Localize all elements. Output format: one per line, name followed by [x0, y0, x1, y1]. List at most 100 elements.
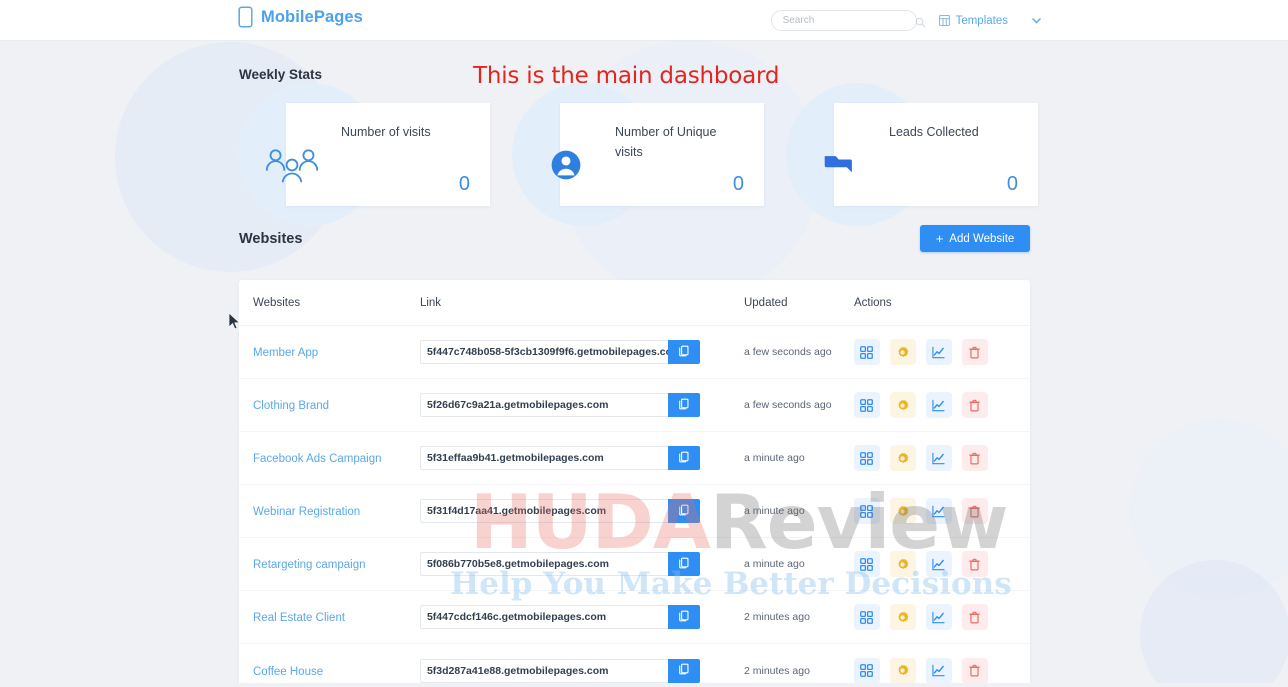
action-chart-icon[interactable]: [925, 339, 952, 365]
search-icon: [915, 15, 926, 28]
stat-card-value: 0: [732, 173, 744, 195]
action-trash-icon[interactable]: [961, 339, 988, 365]
website-url-field[interactable]: 5f31f4d17aa41.getmobilepages.com: [419, 499, 668, 523]
copy-icon: [678, 345, 690, 360]
copy-link-button[interactable]: [667, 499, 700, 523]
action-trash-icon[interactable]: [961, 392, 988, 418]
chevron-down-icon[interactable]: [1030, 14, 1043, 27]
annotation-text: This is the main dashboard: [473, 63, 780, 89]
column-header-updated: Updated: [743, 296, 788, 309]
website-url-field[interactable]: 5f447c748b058-5f3cb1309f9f6.getmobilepag…: [419, 340, 668, 364]
copy-link-button[interactable]: [667, 552, 700, 576]
grid-icon: [938, 15, 950, 26]
templates-label: Templates: [955, 14, 1008, 27]
copy-link-button[interactable]: [667, 605, 700, 629]
action-chart-icon[interactable]: [925, 392, 952, 418]
action-trash-icon[interactable]: [961, 551, 988, 577]
action-gear-icon[interactable]: [889, 498, 916, 524]
website-url-field[interactable]: 5f447cdcf146c.getmobilepages.com: [419, 605, 668, 629]
action-pages-icon[interactable]: [853, 339, 880, 365]
row-actions: [853, 657, 1016, 684]
top-navigation-bar: MobilePages Search Templates: [0, 0, 1288, 41]
add-website-label: Add Website: [949, 232, 1015, 245]
row-actions: [853, 498, 1016, 524]
websites-title: Websites: [239, 231, 303, 247]
website-url-field[interactable]: 5f31effaa9b41.getmobilepages.com: [419, 446, 668, 470]
action-chart-icon[interactable]: [925, 445, 952, 471]
copy-link-button[interactable]: [667, 658, 700, 683]
top-nav-right: Templates: [770, 0, 1043, 41]
copy-link-button[interactable]: [667, 393, 700, 417]
copy-icon: [678, 663, 690, 678]
website-url-field[interactable]: 5f26d67c9a21a.getmobilepages.com: [419, 393, 668, 417]
action-gear-icon[interactable]: [889, 339, 916, 365]
updated-timestamp: a minute ago: [743, 505, 805, 517]
plus-icon: +: [935, 231, 944, 246]
action-chart-icon[interactable]: [925, 551, 952, 577]
table-body: Member App 5f447c748b058-5f3cb1309f9f6.ge…: [239, 326, 1030, 687]
website-name-link[interactable]: Member App: [253, 347, 318, 359]
stat-card-label: Number of Unique visits: [615, 125, 717, 159]
action-trash-icon[interactable]: [961, 657, 988, 684]
column-header-websites: Websites: [253, 296, 301, 309]
search-input[interactable]: [782, 15, 915, 26]
background-circle-decoration: [1140, 560, 1288, 687]
action-pages-icon[interactable]: [853, 657, 880, 684]
action-gear-icon[interactable]: [889, 657, 916, 684]
stat-card-label: Leads Collected: [889, 125, 979, 139]
copy-link-button[interactable]: [667, 446, 700, 470]
website-url-field[interactable]: 5f086b770b5e8.getmobilepages.com: [419, 552, 668, 576]
search-box[interactable]: [770, 10, 926, 31]
templates-nav-link[interactable]: Templates: [938, 14, 1008, 27]
website-name-link[interactable]: Clothing Brand: [253, 400, 329, 412]
table-row: Real Estate Client 5f447cdcf146c.getmobil…: [239, 591, 1030, 644]
mouse-cursor-icon: [228, 312, 241, 331]
copy-icon: [678, 557, 690, 572]
action-gear-icon[interactable]: [889, 604, 916, 630]
table-row: Clothing Brand 5f26d67c9a21a.getmobilepag…: [239, 379, 1030, 432]
column-header-actions: Actions: [853, 296, 892, 309]
action-pages-icon[interactable]: [853, 392, 880, 418]
updated-timestamp: a few seconds ago: [743, 346, 832, 358]
action-trash-icon[interactable]: [961, 445, 988, 471]
copy-link-button[interactable]: [667, 340, 700, 364]
action-trash-icon[interactable]: [961, 498, 988, 524]
stat-card-visits: Number of visits 0: [238, 83, 490, 226]
stats-card-list: Number of visits 0 Number of Unique visi…: [238, 83, 1038, 226]
row-actions: [853, 551, 1016, 577]
table-row: Coffee House 5f3d287a41e88.getmobilepages…: [239, 644, 1030, 687]
row-actions: [853, 604, 1016, 630]
action-pages-icon[interactable]: [853, 551, 880, 577]
action-trash-icon[interactable]: [961, 604, 988, 630]
website-url-field[interactable]: 5f3d287a41e88.getmobilepages.com: [419, 658, 668, 683]
add-website-button[interactable]: + Add Website: [920, 225, 1030, 252]
table-row: Member App 5f447c748b058-5f3cb1309f9f6.ge…: [239, 326, 1030, 379]
action-gear-icon[interactable]: [889, 551, 916, 577]
action-gear-icon[interactable]: [889, 392, 916, 418]
stat-card-leads: Leads Collected 0: [786, 83, 1038, 226]
action-pages-icon[interactable]: [853, 498, 880, 524]
action-chart-icon[interactable]: [925, 604, 952, 630]
background-circle-decoration: [1130, 420, 1288, 600]
website-name-link[interactable]: Coffee House: [253, 666, 323, 678]
brand-name: MobilePages: [261, 7, 363, 26]
website-name-link[interactable]: Real Estate Client: [253, 612, 345, 624]
column-header-link: Link: [419, 296, 442, 309]
website-name-link[interactable]: Retargeting campaign: [253, 559, 366, 571]
weekly-stats-title: Weekly Stats: [239, 67, 323, 82]
website-name-link[interactable]: Facebook Ads Campaign: [253, 453, 382, 465]
users-group-icon: [262, 143, 322, 187]
website-name-link[interactable]: Webinar Registration: [253, 506, 360, 518]
action-pages-icon[interactable]: [853, 604, 880, 630]
table-row: Facebook Ads Campaign 5f31effaa9b41.getmo…: [239, 432, 1030, 485]
copy-icon: [678, 398, 690, 413]
action-chart-icon[interactable]: [925, 657, 952, 684]
action-pages-icon[interactable]: [853, 445, 880, 471]
brand-logo[interactable]: MobilePages: [238, 6, 363, 28]
row-actions: [853, 392, 1016, 418]
action-gear-icon[interactable]: [889, 445, 916, 471]
action-chart-icon[interactable]: [925, 498, 952, 524]
mobile-phone-icon: [238, 6, 253, 28]
stat-card-value: 0: [458, 173, 470, 195]
updated-timestamp: a minute ago: [743, 452, 805, 464]
